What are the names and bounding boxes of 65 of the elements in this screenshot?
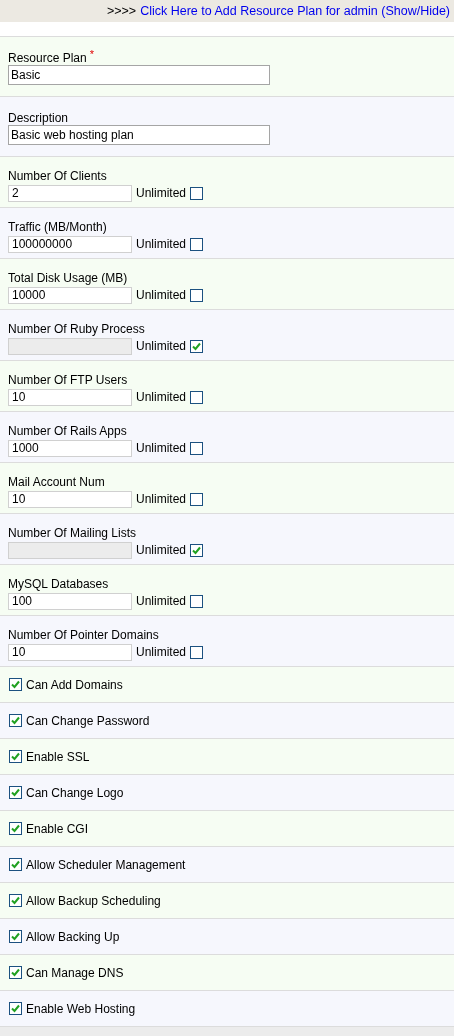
- field-label: Number Of Clients: [8, 169, 108, 184]
- checkbox[interactable]: [190, 339, 203, 353]
- checkbox[interactable]: [190, 594, 203, 608]
- unlimited-label: Unlimited: [136, 440, 186, 457]
- unlimited-label: Unlimited: [136, 236, 186, 253]
- checkbox[interactable]: [190, 186, 203, 200]
- unlimited-label: Unlimited: [136, 644, 186, 661]
- option-label: Can Manage DNS: [26, 964, 124, 982]
- field-label: Number Of Pointer Domains: [8, 628, 160, 643]
- checkbox[interactable]: [9, 966, 22, 979]
- input-field[interactable]: 10: [8, 643, 132, 661]
- show-hide-link[interactable]: Click Here to Add Resource Plan for admin (Show/Hide): [140, 1, 450, 21]
- checkbox[interactable]: [190, 441, 203, 455]
- option-label: Can Add Domains: [26, 676, 123, 694]
- arrow-text: >>>>: [106, 2, 137, 20]
- option-label: Can Change Logo: [26, 784, 124, 802]
- option-label: Can Change Password: [26, 712, 150, 730]
- unlimited-label: Unlimited: [136, 542, 186, 559]
- checkbox[interactable]: [9, 822, 22, 835]
- option-label: Enable CGI: [26, 820, 89, 838]
- unlimited-label: Unlimited: [136, 287, 186, 304]
- checkbox[interactable]: [9, 786, 22, 799]
- unlimited-label: Unlimited: [136, 593, 186, 610]
- checkbox[interactable]: [9, 750, 22, 763]
- option-label: Enable SSL: [26, 748, 90, 766]
- field-label: Total Disk Usage (MB): [8, 271, 129, 286]
- field-label: Traffic (MB/Month): [8, 220, 108, 235]
- input-field[interactable]: 100: [8, 592, 132, 610]
- checkbox[interactable]: [190, 390, 203, 404]
- field-label: Description: [8, 110, 69, 127]
- checkbox[interactable]: [190, 237, 203, 251]
- field-label: MySQL Databases: [8, 577, 110, 592]
- unlimited-label: Unlimited: [136, 338, 186, 355]
- field-label: Number Of Ruby Process: [8, 322, 146, 337]
- checkbox[interactable]: [9, 678, 22, 691]
- checkbox[interactable]: [9, 930, 22, 943]
- input-field[interactable]: Basic web hosting plan: [8, 125, 270, 145]
- checkbox[interactable]: [190, 645, 203, 659]
- input-field[interactable]: 100000000: [8, 235, 132, 253]
- input-field[interactable]: 10000: [8, 286, 132, 304]
- unlimited-label: Unlimited: [136, 491, 186, 508]
- option-label: Allow Backing Up: [26, 928, 120, 946]
- checkbox[interactable]: [9, 714, 22, 727]
- field-label: Number Of FTP Users: [8, 373, 129, 388]
- checkbox[interactable]: [9, 858, 22, 871]
- field-label: Number Of Mailing Lists: [8, 526, 138, 541]
- field-label: Number Of Rails Apps: [8, 424, 128, 439]
- input-field[interactable]: 2: [8, 184, 132, 202]
- input-field[interactable]: Basic: [8, 65, 270, 85]
- checkbox[interactable]: [190, 543, 203, 557]
- input-field[interactable]: 1000: [8, 439, 132, 457]
- option-label: Allow Backup Scheduling: [26, 892, 161, 910]
- option-label: Enable Web Hosting: [26, 1000, 136, 1018]
- checkbox[interactable]: [190, 492, 203, 506]
- checkbox[interactable]: [9, 1002, 22, 1015]
- checkbox[interactable]: [9, 894, 22, 907]
- input-field[interactable]: 10: [8, 388, 132, 406]
- unlimited-label: Unlimited: [136, 389, 186, 406]
- input-field[interactable]: 10: [8, 490, 132, 508]
- checkbox[interactable]: [190, 288, 203, 302]
- required-mark: *: [89, 49, 94, 60]
- field-label: Resource Plan: [8, 50, 87, 67]
- option-label: Allow Scheduler Management: [26, 856, 186, 874]
- unlimited-label: Unlimited: [136, 185, 186, 202]
- field-label: Mail Account Num: [8, 475, 106, 490]
